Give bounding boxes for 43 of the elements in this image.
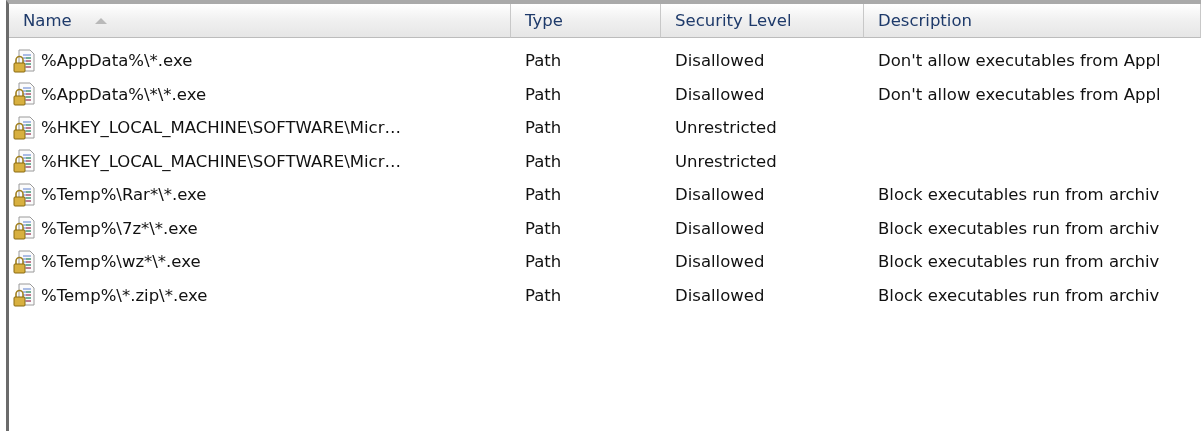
column-header[interactable]: Description <box>864 4 1201 38</box>
rule-path-text[interactable]: %Temp%\*.zip\*.exe <box>41 285 208 305</box>
rule-path-text[interactable]: %HKEY_LOCAL_MACHINE\SOFTWARE\Micr… <box>41 118 401 138</box>
rule-type-text: Path <box>525 51 562 71</box>
rule-path-text[interactable]: %AppData%\*.exe <box>41 51 193 71</box>
description-text: Block executables run from archiv <box>878 252 1160 272</box>
security-level-text: Disallowed <box>675 185 765 205</box>
security-level-text: Disallowed <box>675 51 765 71</box>
document-lock-icon <box>13 216 35 241</box>
document-lock-icon <box>13 182 35 207</box>
rule-type-text: Path <box>525 285 562 305</box>
document-lock-icon <box>13 48 35 73</box>
description-text: Block executables run from archiv <box>878 185 1160 205</box>
security-level-text: Disallowed <box>675 218 765 238</box>
rule-type-text: Path <box>525 185 562 205</box>
rule-type-text: Path <box>525 252 562 272</box>
rule-type-text: Path <box>525 218 562 238</box>
document-lock-icon <box>13 249 35 274</box>
rule-type-text: Path <box>525 84 562 104</box>
column-header[interactable]: Type <box>511 4 661 38</box>
document-lock-icon <box>13 82 35 107</box>
security-level-text: Disallowed <box>675 84 765 104</box>
description-text: Don't allow executables from Appl <box>878 84 1161 104</box>
description-text: Block executables run from archiv <box>878 218 1160 238</box>
security-level-text: Unrestricted <box>675 118 777 138</box>
document-lock-icon <box>13 115 35 140</box>
description-text: Block executables run from archiv <box>878 285 1160 305</box>
rule-path-text[interactable]: %AppData%\*\*.exe <box>41 84 207 104</box>
rule-path-text[interactable]: %Temp%\wz*\*.exe <box>41 252 201 272</box>
security-level-text: Unrestricted <box>675 151 777 171</box>
rule-path-text[interactable]: %HKEY_LOCAL_MACHINE\SOFTWARE\Micr… <box>41 151 401 171</box>
document-lock-icon <box>13 283 35 308</box>
sort-arrow-icon <box>93 16 108 25</box>
document-lock-icon <box>13 149 35 174</box>
column-header[interactable]: Security Level <box>661 4 864 38</box>
rule-path-text[interactable]: %Temp%\7z*\*.exe <box>41 218 198 238</box>
security-level-text: Disallowed <box>675 285 765 305</box>
column-header[interactable]: Name <box>9 4 511 38</box>
rule-type-text: Path <box>525 151 562 171</box>
security-level-text: Disallowed <box>675 252 765 272</box>
description-text: Don't allow executables from Appl <box>878 51 1161 71</box>
rule-path-text[interactable]: %Temp%\Rar*\*.exe <box>41 185 207 205</box>
rule-type-text: Path <box>525 118 562 138</box>
